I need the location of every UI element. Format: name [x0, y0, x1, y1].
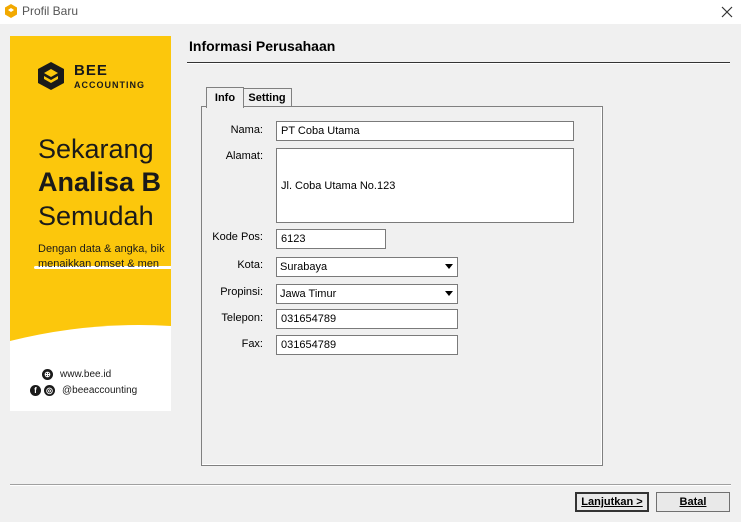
propinsi-value: Jawa Timur — [280, 288, 337, 300]
banner-subtext-2: menaikkan omset & men — [38, 258, 160, 270]
footer-divider-highlight — [10, 485, 731, 486]
kota-value: Surabaya — [280, 261, 328, 273]
kode-pos-label: Kode Pos: — [212, 231, 263, 243]
section-divider-highlight — [187, 63, 730, 64]
banner-headline-3: Semudah — [38, 201, 154, 231]
website-text: www.bee.id — [60, 369, 112, 380]
fax-label: Fax: — [241, 338, 263, 350]
section-title: Informasi Perusahaan — [189, 38, 336, 54]
tab-info[interactable]: Info — [206, 87, 244, 108]
nama-label: Nama: — [230, 124, 263, 136]
window-title: Profil Baru — [22, 4, 79, 18]
banner-subtext-1: Dengan data & angka, bik — [38, 243, 165, 255]
bee-logo-icon — [36, 61, 66, 91]
chevron-down-icon — [445, 264, 453, 269]
tab-setting[interactable]: Setting — [242, 88, 292, 107]
brand-name: BEE — [74, 62, 108, 79]
nama-field[interactable]: PT Coba Utama — [276, 121, 574, 141]
banner-headline-1: Sekarang — [38, 134, 154, 164]
globe-icon: ⊕ — [42, 369, 53, 380]
next-button[interactable]: Lanjutkan > — [575, 492, 649, 512]
instagram-icon: ◎ — [44, 385, 55, 396]
title-bar: Profil Baru — [0, 0, 741, 24]
social-handle: @beeaccounting — [62, 385, 138, 396]
alamat-label: Alamat: — [225, 150, 263, 162]
propinsi-label: Propinsi: — [220, 286, 263, 298]
promo-banner: BEE ACCOUNTING Sekarang Analisa B Semuda… — [10, 36, 171, 411]
cancel-button[interactable]: Batal — [656, 492, 730, 512]
kota-dropdown[interactable]: Surabaya — [276, 257, 458, 277]
close-button[interactable] — [712, 0, 741, 24]
telepon-field[interactable]: 031654789 — [276, 309, 458, 329]
kota-label: Kota: — [237, 259, 263, 271]
fax-field[interactable]: 031654789 — [276, 335, 458, 355]
propinsi-dropdown[interactable]: Jawa Timur — [276, 284, 458, 304]
facebook-icon: f — [30, 385, 41, 396]
telepon-label: Telepon: — [221, 312, 263, 324]
kode-pos-field[interactable]: 6123 — [276, 229, 386, 249]
social-row: f ◎ @beeaccounting — [30, 385, 137, 396]
chevron-down-icon — [445, 291, 453, 296]
app-logo-icon — [4, 4, 18, 18]
banner-headline-2: Analisa B — [38, 167, 162, 197]
close-icon — [721, 6, 732, 18]
website-row: ⊕ www.bee.id — [42, 369, 111, 380]
brand-subname: ACCOUNTING — [74, 80, 145, 90]
alamat-field[interactable]: Jl. Coba Utama No.123 — [276, 148, 574, 223]
